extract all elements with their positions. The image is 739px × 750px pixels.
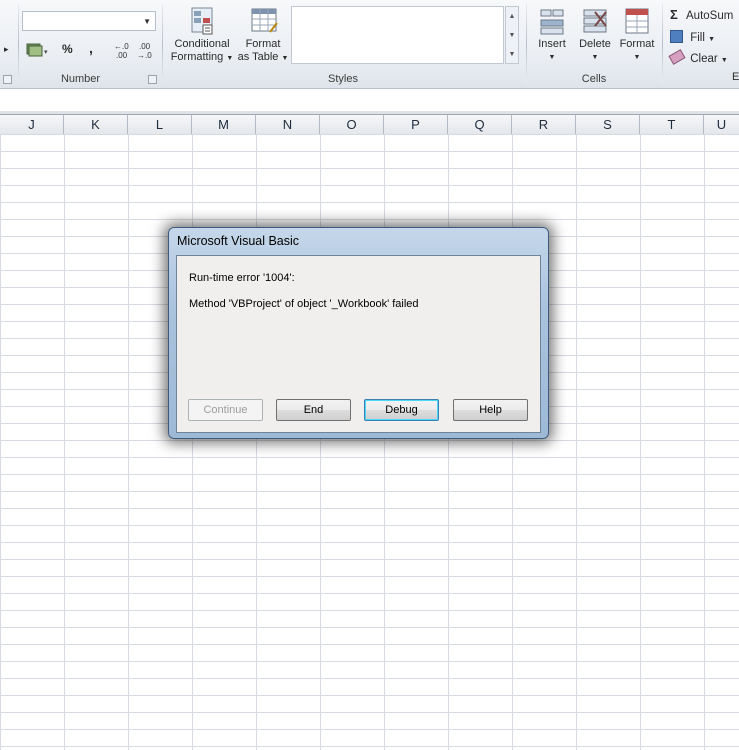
sigma-icon: Σ	[670, 7, 678, 22]
format-as-table-label-2: as Table	[237, 51, 279, 63]
column-header-p[interactable]: P	[384, 115, 448, 134]
currency-icon: ▾	[26, 43, 48, 57]
delete-label: Delete	[579, 38, 611, 50]
column-header-s[interactable]: S	[576, 115, 640, 134]
chevron-down-icon: ▼	[720, 57, 728, 64]
conditional-formatting-button[interactable]: Conditional Formatting ▼	[167, 6, 237, 65]
debug-button[interactable]: Debug	[364, 399, 439, 421]
chevron-down-icon: ▼	[708, 36, 716, 43]
continue-button: Continue	[188, 399, 263, 421]
chevron-down-icon: ▼	[548, 54, 556, 61]
column-header-j[interactable]: J	[0, 115, 64, 134]
ribbon-left-arrow-icon: ▸	[4, 44, 9, 54]
column-header-o[interactable]: O	[320, 115, 384, 134]
column-header-l[interactable]: L	[128, 115, 192, 134]
column-header-t[interactable]: T	[640, 115, 704, 134]
autosum-button[interactable]: Σ AutoSum	[670, 7, 733, 22]
insert-cells-icon	[540, 9, 564, 35]
format-as-table-icon	[251, 8, 278, 33]
svg-text:.00: .00	[116, 51, 128, 59]
number-dialog-launcher-icon[interactable]	[148, 75, 157, 84]
editing-group-label: E	[732, 71, 739, 83]
comma-style-button[interactable]: ,	[89, 40, 93, 56]
gallery-more-icon[interactable]: ▼	[506, 45, 518, 64]
insert-label: Insert	[538, 38, 566, 50]
error-code-text: Run-time error '1004':	[189, 272, 295, 284]
format-cells-button[interactable]: Format ▼	[615, 6, 659, 64]
number-format-dropdown[interactable]: ▼	[22, 11, 156, 31]
decrease-decimal-icon: .00 →.0	[137, 42, 152, 60]
svg-text:.00: .00	[139, 42, 151, 51]
format-as-table-button[interactable]: Format as Table ▼	[235, 6, 291, 65]
delete-cells-icon	[583, 9, 607, 33]
decrease-decimal-button[interactable]: .00 →.0	[137, 41, 157, 62]
clear-label: Clear	[690, 53, 718, 65]
svg-text:←.0: ←.0	[114, 42, 129, 51]
column-header-r[interactable]: R	[512, 115, 576, 134]
styles-group-label: Styles	[328, 73, 358, 85]
accounting-format-button[interactable]: ▾	[26, 42, 48, 61]
chevron-down-icon: ▼	[281, 55, 289, 62]
insert-cells-button[interactable]: Insert ▼	[531, 6, 573, 64]
svg-text:→.0: →.0	[137, 51, 152, 59]
format-cells-icon	[625, 8, 649, 34]
chevron-down-icon: ▼	[143, 17, 151, 26]
column-header-m[interactable]: M	[192, 115, 256, 134]
formula-bar[interactable]	[0, 89, 739, 112]
styles-gallery-scroll[interactable]: ▲ ▼ ▼	[505, 6, 519, 64]
percent-style-button[interactable]: %	[62, 42, 73, 56]
end-button[interactable]: End	[276, 399, 351, 421]
column-header-n[interactable]: N	[256, 115, 320, 134]
clear-button[interactable]: Clear ▼	[668, 49, 728, 65]
column-headers: J K L M N O P Q R S T U	[0, 114, 739, 135]
ribbon: ▸ ▼ ▾ % , ←.0 .00 .00 →.0 Number Conditi…	[0, 0, 739, 89]
column-header-k[interactable]: K	[64, 115, 128, 134]
gallery-down-icon[interactable]: ▼	[506, 26, 518, 45]
cells-group: Insert ▼ Delete ▼ Format ▼ Cells	[527, 0, 661, 88]
error-message-text: Method 'VBProject' of object '_Workbook'…	[189, 298, 419, 310]
fill-button[interactable]: Fill ▼	[670, 30, 715, 44]
vba-error-dialog: Microsoft Visual Basic Run-time error '1…	[168, 227, 549, 439]
chevron-down-icon: ▼	[591, 54, 599, 61]
gallery-up-icon[interactable]: ▲	[506, 7, 518, 26]
column-header-u[interactable]: U	[704, 115, 739, 134]
conditional-formatting-label-2: Formatting	[170, 51, 224, 63]
eraser-icon	[668, 49, 686, 65]
increase-decimal-button[interactable]: ←.0 .00	[114, 41, 134, 62]
number-group: ▸ ▼ ▾ % , ←.0 .00 .00 →.0 Number	[0, 0, 161, 88]
fill-down-icon	[670, 30, 683, 43]
cell-styles-gallery[interactable]	[291, 6, 504, 64]
column-header-q[interactable]: Q	[448, 115, 512, 134]
dialog-title: Microsoft Visual Basic	[177, 234, 300, 248]
autosum-label: AutoSum	[686, 10, 734, 22]
fill-label: Fill	[690, 32, 705, 44]
conditional-formatting-icon	[191, 7, 213, 35]
increase-decimal-icon: ←.0 .00	[114, 42, 129, 60]
chevron-down-icon: ▼	[633, 54, 641, 61]
delete-cells-button[interactable]: Delete ▼	[575, 6, 615, 64]
format-label: Format	[619, 38, 655, 50]
conditional-formatting-label-1: Conditional	[174, 38, 230, 50]
svg-text:▾: ▾	[44, 49, 48, 56]
cells-group-label: Cells	[581, 73, 607, 85]
help-button[interactable]: Help	[453, 399, 528, 421]
chevron-down-icon: ▼	[226, 55, 234, 62]
dialog-body: Run-time error '1004': Method 'VBProject…	[176, 255, 541, 433]
format-as-table-label-1: Format	[245, 38, 281, 50]
number-group-label: Number	[60, 73, 101, 85]
clipboard-dialog-launcher-icon[interactable]	[3, 75, 12, 84]
